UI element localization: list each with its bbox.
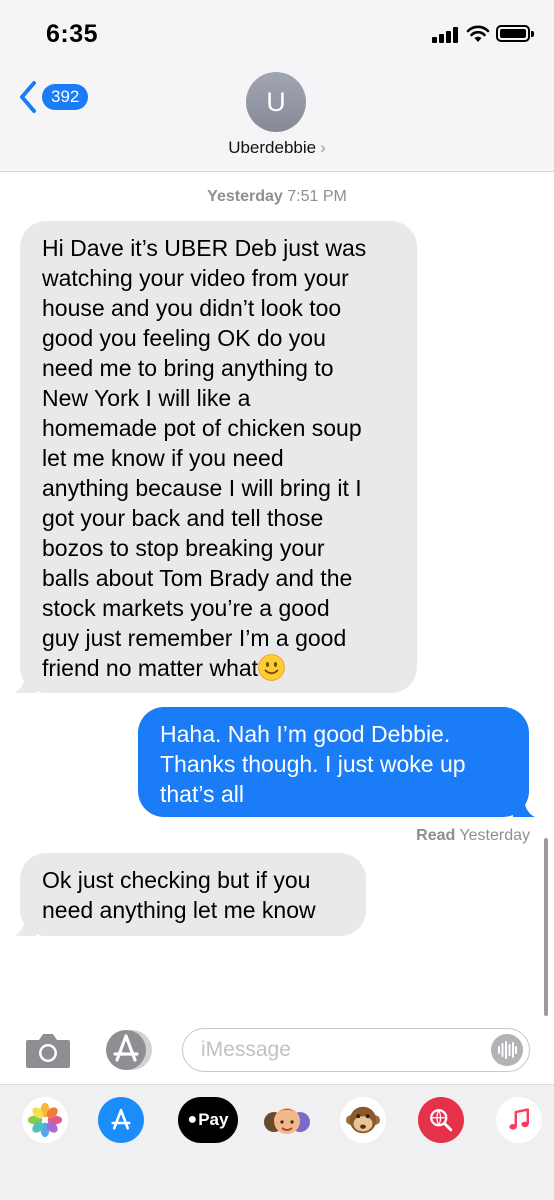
contact-name[interactable]: Uberdebbie › bbox=[0, 138, 554, 158]
message-line: let me know if you need bbox=[42, 445, 284, 471]
message-line: Ok just checking but if you bbox=[42, 867, 311, 893]
message-line: Thanks though. I just woke up bbox=[160, 751, 466, 777]
message-line: need me to bring anything to bbox=[42, 355, 334, 381]
message-line: New York I will like a bbox=[42, 385, 251, 411]
chevron-right-icon: › bbox=[320, 138, 326, 157]
memoji-icon bbox=[264, 1108, 310, 1134]
contact-name-label: Uberdebbie bbox=[228, 138, 317, 157]
bubble-tail bbox=[14, 914, 36, 936]
timestamp-day: Yesterday bbox=[207, 188, 283, 205]
app-store-app-button[interactable] bbox=[98, 1097, 144, 1143]
audio-waveform-icon[interactable] bbox=[491, 1034, 523, 1066]
app-drawer: ● Pay bbox=[0, 1084, 554, 1200]
music-icon bbox=[509, 1108, 529, 1130]
animoji-app-button[interactable] bbox=[340, 1097, 386, 1143]
incoming-message-bubble[interactable]: Ok just checking but if you need anythin… bbox=[14, 853, 366, 936]
read-receipt-time: Yesterday bbox=[459, 827, 530, 844]
memoji-app-button[interactable] bbox=[260, 1097, 314, 1143]
conversation-header: 392 U Uberdebbie › bbox=[0, 60, 554, 172]
back-button[interactable]: 392 bbox=[18, 80, 89, 114]
message-line-text: friend no matter what bbox=[42, 655, 259, 681]
incoming-message-bubble[interactable]: Hi Dave it’s UBER Deb just was watching … bbox=[14, 221, 417, 693]
camera-icon[interactable] bbox=[24, 1030, 72, 1070]
apple-pay-icon: ● bbox=[187, 1111, 198, 1128]
animoji-icon bbox=[345, 1106, 381, 1134]
message-line: good you feeling OK do you bbox=[42, 325, 326, 351]
message-line: got your back and tell those bbox=[42, 505, 324, 531]
message-line: homemade pot of chicken soup bbox=[42, 415, 362, 441]
status-time: 6:35 bbox=[46, 20, 99, 48]
music-app-button[interactable] bbox=[496, 1097, 542, 1143]
message-line: that’s all bbox=[160, 781, 244, 807]
message-line: balls about Tom Brady and the bbox=[42, 565, 353, 591]
cellular-signal-icon bbox=[432, 27, 460, 43]
battery-icon bbox=[496, 25, 534, 42]
timestamp-time: 7:51 PM bbox=[287, 188, 347, 205]
apple-pay-label: Pay bbox=[198, 1110, 229, 1129]
message-line: Hi Dave it’s UBER Deb just was bbox=[42, 235, 367, 261]
bubble-tail bbox=[14, 671, 36, 693]
wifi-icon bbox=[466, 25, 490, 42]
contact-avatar[interactable]: U bbox=[246, 72, 306, 132]
outgoing-message-bubble[interactable]: Haha. Nah I’m good Debbie. Thanks though… bbox=[138, 707, 535, 817]
photos-app-button[interactable] bbox=[22, 1097, 68, 1143]
message-line: need anything let me know bbox=[42, 897, 316, 923]
message-text-input[interactable] bbox=[201, 1037, 481, 1063]
chevron-left-icon bbox=[20, 81, 36, 113]
read-receipt-label: Read bbox=[416, 827, 456, 844]
imessage-field[interactable] bbox=[182, 1028, 530, 1072]
web-search-icon bbox=[430, 1109, 453, 1132]
message-line: house and you didn’t look too bbox=[42, 295, 342, 321]
apple-pay-app-button[interactable]: ● Pay bbox=[178, 1097, 238, 1143]
message-line: anything because I will bring it I bbox=[42, 475, 362, 501]
message-line: watching your video from your bbox=[42, 265, 349, 291]
read-receipt: Read Yesterday bbox=[416, 827, 530, 845]
bubble-tail bbox=[513, 795, 535, 817]
photos-icon bbox=[27, 1102, 63, 1138]
message-line: guy just remember I’m a good bbox=[42, 625, 347, 651]
app-store-icon bbox=[111, 1108, 131, 1130]
slightly-smiling-face-icon bbox=[258, 654, 286, 681]
message-line: stock markets you’re a good bbox=[42, 595, 330, 621]
unread-count-badge: 392 bbox=[42, 84, 89, 110]
app-store-icon[interactable] bbox=[104, 1028, 154, 1072]
message-line: Haha. Nah I’m good Debbie. bbox=[160, 721, 451, 747]
web-search-app-button[interactable] bbox=[418, 1097, 464, 1143]
message-timestamp: Yesterday 7:51 PM bbox=[0, 188, 554, 206]
message-line: bozos to stop breaking your bbox=[42, 535, 325, 561]
message-input-bar bbox=[0, 1018, 554, 1084]
scrollbar[interactable] bbox=[544, 838, 548, 1016]
message-line: friend no matter what bbox=[42, 653, 395, 683]
status-bar: 6:35 bbox=[0, 0, 554, 60]
